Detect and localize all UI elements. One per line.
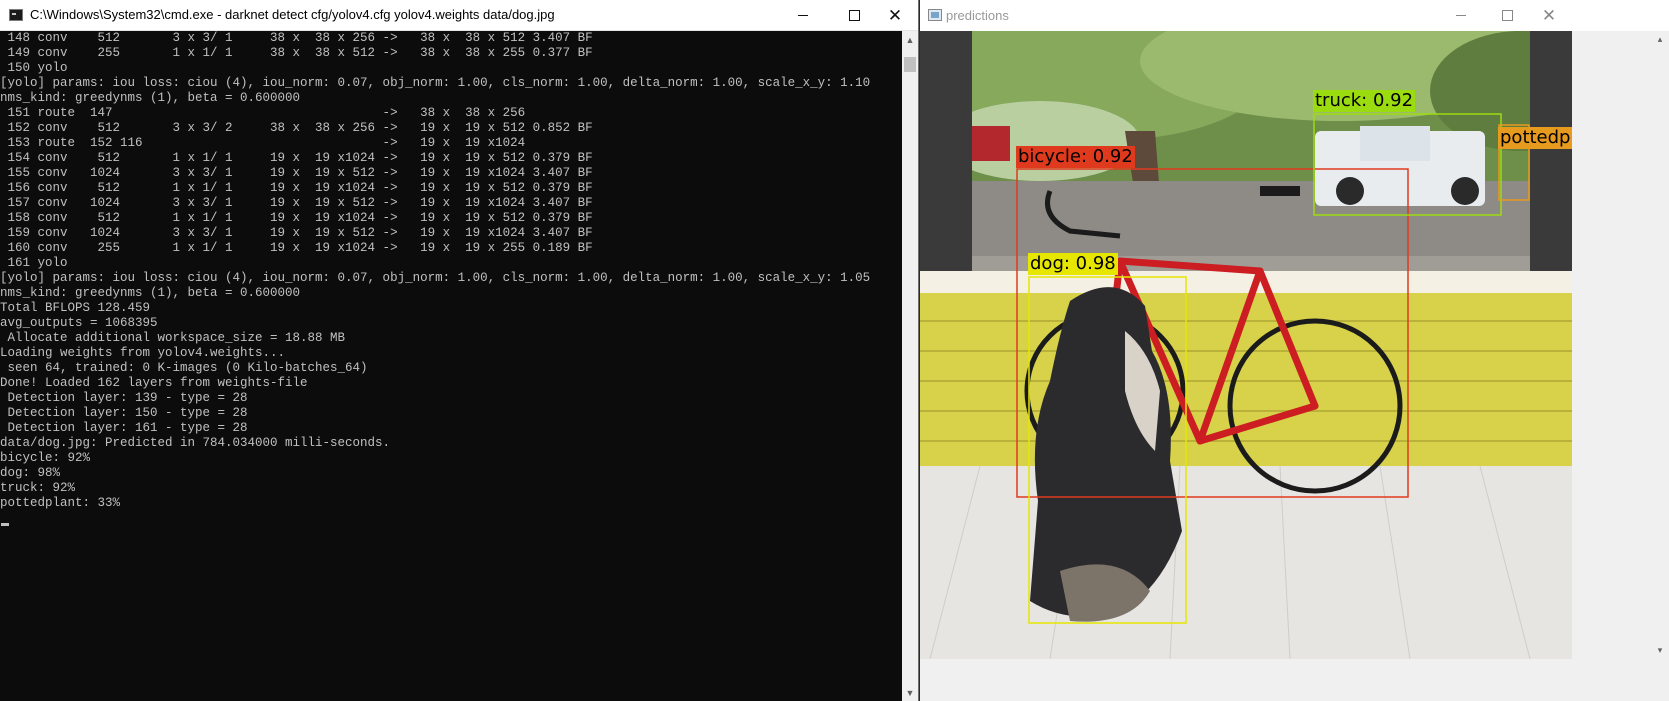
console-line: 161 yolo (7, 256, 68, 270)
predictions-window-title: predictions (946, 8, 1009, 23)
cmd-maximize-button[interactable] (831, 0, 877, 30)
console-text: 148 conv 512 3 x 3/ 1 38 x 38 x 256 -> 3… (0, 31, 902, 511)
console-line: bicycle: 92% (0, 451, 91, 465)
predictions-close-button[interactable]: ✕ (1526, 0, 1572, 30)
scroll-thumb[interactable] (904, 57, 916, 72)
predictions-scrollbar[interactable]: ▴ ▾ (1652, 31, 1669, 659)
console-line: Allocate additional workspace_size = 18.… (7, 331, 346, 345)
predictions-titlebar[interactable]: predictions ✕ (920, 0, 1669, 31)
console-scrollbar[interactable]: ▲ ▼ (902, 31, 918, 701)
console-line: avg_outputs = 1068395 (0, 316, 158, 330)
console-line: 153 route 152 116 -> 19 x 19 x1024 (7, 136, 526, 150)
console-line: 151 route 147 -> 38 x 38 x 256 (7, 106, 526, 120)
bicycle-bounding-box (1016, 168, 1409, 498)
console-line: Loading weights from yolov4.weights... (0, 346, 286, 360)
scroll-down-arrow-icon[interactable]: ▼ (902, 684, 918, 701)
pottedplant-detection-label: pottedpl (1498, 127, 1572, 149)
console-line: nms_kind: greedynms (1), beta = 0.600000 (0, 91, 301, 105)
dog-detection-label: dog: 0.98 (1028, 253, 1118, 275)
minimize-icon (798, 14, 808, 16)
console-line: Total BFLOPS 128.459 (0, 301, 151, 315)
console-line: 156 conv 512 1 x 1/ 1 19 x 19 x1024 -> 1… (7, 181, 593, 195)
console-line: dog: 98% (0, 466, 61, 480)
console-line: data/dog.jpg: Predicted in 784.034000 mi… (0, 436, 391, 450)
console-line: Detection layer: 139 - type = 28 (7, 391, 248, 405)
console-line: 157 conv 1024 3 x 3/ 1 19 x 19 x 512 -> … (7, 196, 593, 210)
console-output[interactable]: 148 conv 512 3 x 3/ 1 38 x 38 x 256 -> 3… (0, 31, 902, 701)
close-icon: ✕ (1541, 5, 1557, 25)
predictions-minimize-button[interactable] (1438, 0, 1484, 30)
console-line: [yolo] params: iou loss: ciou (4), iou_n… (0, 76, 871, 90)
console-line: 158 conv 512 1 x 1/ 1 19 x 19 x1024 -> 1… (7, 211, 593, 225)
scroll-up-arrow-icon[interactable]: ▲ (902, 31, 918, 48)
console-line: Detection layer: 150 - type = 28 (7, 406, 248, 420)
dog-bounding-box (1028, 276, 1187, 624)
console-line: 152 conv 512 3 x 3/ 2 38 x 38 x 256 -> 1… (7, 121, 593, 135)
truck-detection-label: truck: 0.92 (1313, 90, 1416, 112)
console-line: nms_kind: greedynms (1), beta = 0.600000 (0, 286, 301, 300)
bicycle-detection-label: bicycle: 0.92 (1016, 146, 1135, 168)
console-line: 155 conv 1024 3 x 3/ 1 19 x 19 x 512 -> … (7, 166, 593, 180)
maximize-icon (848, 9, 860, 21)
cmd-window: C:\Windows\System32\cmd.exe - darknet de… (0, 0, 919, 701)
cmd-titlebar[interactable]: C:\Windows\System32\cmd.exe - darknet de… (0, 0, 918, 31)
cmd-minimize-button[interactable] (780, 0, 826, 30)
prediction-image: bicycle: 0.92 truck: 0.92 dog: 0.98 pott… (920, 31, 1572, 659)
image-window-icon (928, 9, 942, 21)
console-line: Done! Loaded 162 layers from weights-fil… (0, 376, 308, 390)
console-line: 154 conv 512 1 x 1/ 1 19 x 19 x1024 -> 1… (7, 151, 593, 165)
detection-boxes (1016, 113, 1530, 624)
console-line: Detection layer: 161 - type = 28 (7, 421, 248, 435)
console-app-icon (9, 9, 23, 21)
minimize-icon (1456, 14, 1466, 16)
cmd-window-title: C:\Windows\System32\cmd.exe - darknet de… (30, 7, 555, 22)
console-line: 160 conv 255 1 x 1/ 1 19 x 19 x1024 -> 1… (7, 241, 593, 255)
console-line: seen 64, trained: 0 K-images (0 Kilo-bat… (7, 361, 368, 375)
maximize-icon (1501, 9, 1513, 21)
console-line: 148 conv 512 3 x 3/ 1 38 x 38 x 256 -> 3… (7, 31, 593, 45)
scroll-up-arrow-icon[interactable]: ▴ (1652, 31, 1668, 48)
console-line: [yolo] params: iou loss: ciou (4), iou_n… (0, 271, 871, 285)
console-line: 150 yolo (7, 61, 68, 75)
close-icon: ✕ (887, 5, 903, 25)
console-line: pottedplant: 33% (0, 496, 121, 510)
console-line: 149 conv 255 1 x 1/ 1 38 x 38 x 512 -> 3… (7, 46, 593, 60)
scroll-down-arrow-icon[interactable]: ▾ (1652, 642, 1668, 659)
cmd-close-button[interactable]: ✕ (872, 0, 918, 30)
text-cursor (1, 523, 9, 526)
predictions-window: predictions ✕ bicycle: 0.92 truck: 0.92 … (920, 0, 1669, 701)
console-line: truck: 92% (0, 481, 76, 495)
predictions-maximize-button[interactable] (1484, 0, 1530, 30)
console-line: 159 conv 1024 3 x 3/ 1 19 x 19 x 512 -> … (7, 226, 593, 240)
